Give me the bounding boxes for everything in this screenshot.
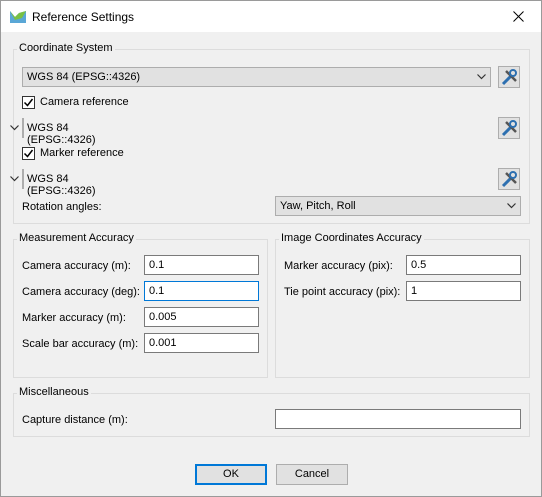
marker-accuracy-m-field[interactable]: 0.005 bbox=[144, 307, 259, 327]
window-title: Reference Settings bbox=[32, 10, 135, 24]
crs-settings-button[interactable] bbox=[498, 66, 520, 88]
chevron-down-icon bbox=[507, 203, 516, 209]
marker-crs-settings-button[interactable] bbox=[498, 168, 520, 190]
camera-accuracy-m-label: Camera accuracy (m): bbox=[22, 260, 131, 272]
camera-accuracy-deg-label: Camera accuracy (deg): bbox=[22, 286, 140, 298]
tools-icon bbox=[501, 120, 517, 137]
tie-point-accuracy-pix-label: Tie point accuracy (pix): bbox=[284, 286, 401, 298]
app-icon bbox=[10, 11, 26, 23]
marker-reference-checkbox[interactable] bbox=[22, 147, 35, 160]
crs-select[interactable]: WGS 84 (EPSG::4326) bbox=[22, 67, 491, 87]
cancel-button[interactable]: Cancel bbox=[276, 464, 348, 485]
chevron-down-icon bbox=[10, 176, 19, 182]
scale-bar-accuracy-m-field[interactable]: 0.001 bbox=[144, 333, 259, 353]
camera-crs-settings-button[interactable] bbox=[498, 117, 520, 139]
close-button[interactable] bbox=[495, 1, 541, 32]
marker-reference-label: Marker reference bbox=[40, 147, 124, 159]
rotation-angles-label: Rotation angles: bbox=[22, 201, 102, 213]
crs-select-value: WGS 84 (EPSG::4326) bbox=[27, 71, 141, 83]
rotation-angles-value: Yaw, Pitch, Roll bbox=[280, 200, 356, 212]
tools-icon bbox=[501, 69, 517, 86]
camera-accuracy-m-field[interactable]: 0.1 bbox=[144, 255, 259, 275]
camera-accuracy-deg-field[interactable]: 0.1 bbox=[144, 281, 259, 301]
ok-button[interactable]: OK bbox=[195, 464, 267, 485]
image-coordinates-accuracy-title: Image Coordinates Accuracy bbox=[279, 232, 424, 244]
marker-accuracy-m-label: Marker accuracy (m): bbox=[22, 312, 126, 324]
measurement-accuracy-title: Measurement Accuracy bbox=[17, 232, 136, 244]
tie-point-accuracy-pix-field[interactable]: 1 bbox=[406, 281, 521, 301]
close-icon bbox=[512, 11, 524, 22]
camera-crs-select-value: WGS 84 (EPSG::4326) bbox=[27, 122, 96, 146]
reference-settings-dialog: Reference Settings Coordinate System WGS… bbox=[0, 0, 542, 497]
rotation-angles-select[interactable]: Yaw, Pitch, Roll bbox=[275, 196, 521, 216]
miscellaneous-title: Miscellaneous bbox=[17, 386, 91, 398]
camera-crs-select[interactable]: WGS 84 (EPSG::4326) bbox=[10, 118, 95, 146]
chevron-down-icon bbox=[477, 74, 486, 80]
coordinate-system-title: Coordinate System bbox=[17, 42, 115, 54]
capture-distance-label: Capture distance (m): bbox=[22, 414, 128, 426]
camera-reference-label: Camera reference bbox=[40, 96, 129, 108]
marker-accuracy-pix-label: Marker accuracy (pix): bbox=[284, 260, 393, 272]
marker-crs-select-value: WGS 84 (EPSG::4326) bbox=[27, 173, 96, 197]
camera-reference-checkbox[interactable] bbox=[22, 96, 35, 109]
marker-crs-select[interactable]: WGS 84 (EPSG::4326) bbox=[10, 169, 95, 197]
checkmark-icon bbox=[23, 98, 34, 107]
checkmark-icon bbox=[23, 149, 34, 158]
chevron-down-icon bbox=[10, 125, 19, 131]
marker-accuracy-pix-field[interactable]: 0.5 bbox=[406, 255, 521, 275]
capture-distance-field[interactable] bbox=[275, 409, 521, 429]
scale-bar-accuracy-m-label: Scale bar accuracy (m): bbox=[22, 338, 139, 350]
tools-icon bbox=[501, 171, 517, 188]
title-bar: Reference Settings bbox=[1, 1, 541, 32]
